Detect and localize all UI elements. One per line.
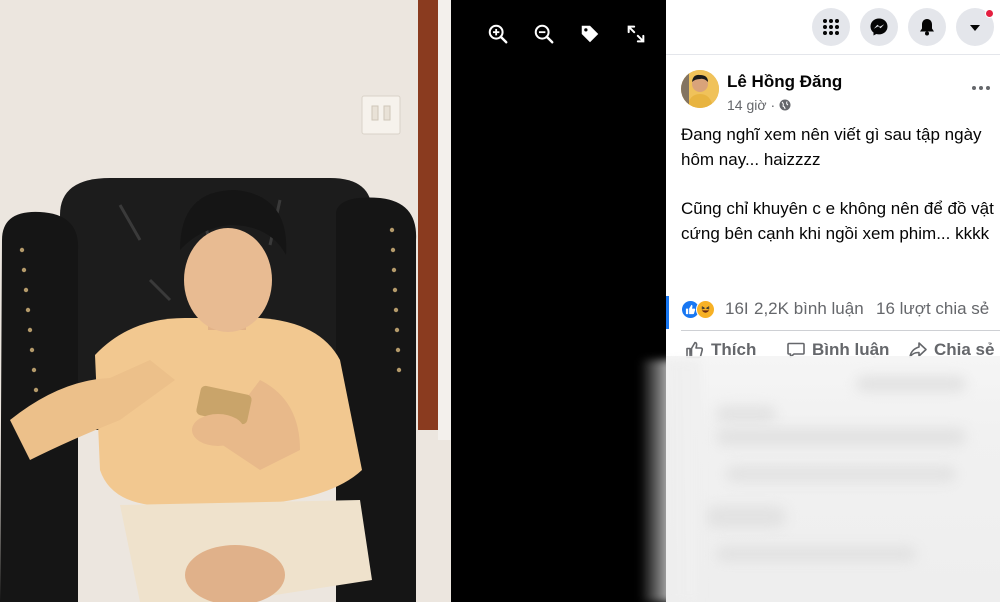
fullscreen-icon[interactable] [622, 20, 650, 48]
blurred-comments-area [666, 356, 1000, 602]
messenger-icon[interactable] [860, 8, 898, 46]
post-panel: Lê Hồng Đăng 14 giờ · Đang nghĩ xem nên … [666, 0, 1000, 602]
reactions-summary: 16I 2,2K bình luận 16 lượt chia sẻ [666, 296, 1000, 329]
meta-separator: · [770, 97, 776, 113]
notifications-bell-icon[interactable] [908, 8, 946, 46]
reaction-count[interactable]: 16I [725, 299, 749, 319]
avatar[interactable] [681, 70, 719, 108]
zoom-out-icon[interactable] [530, 20, 558, 48]
post-paragraph-2: Cũng chỉ khuyên c e không nên để đồ vật … [681, 199, 994, 243]
tag-icon[interactable] [576, 20, 604, 48]
more-options-icon[interactable] [966, 78, 996, 98]
post-meta: 14 giờ · [727, 97, 791, 113]
author-name[interactable]: Lê Hồng Đăng [727, 72, 842, 92]
top-navigation-bar [666, 0, 1000, 55]
post-header: Lê Hồng Đăng 14 giờ · [681, 68, 996, 118]
photo-illustration [0, 0, 451, 602]
haha-reaction-icon [696, 300, 715, 319]
blur-edge [640, 360, 700, 602]
menu-grid-icon[interactable] [812, 8, 850, 46]
account-caret-icon[interactable] [956, 8, 994, 46]
zoom-in-icon[interactable] [484, 20, 512, 48]
post-photo[interactable] [0, 0, 451, 602]
post-paragraph-1: Đang nghĩ xem nên viết gì sau tập ngày h… [681, 125, 982, 169]
post-time[interactable]: 14 giờ [727, 97, 767, 113]
photo-viewer [0, 0, 666, 602]
comment-count[interactable]: 2,2K bình luận [754, 299, 864, 319]
reaction-icons[interactable] [681, 300, 715, 319]
globe-icon [779, 99, 791, 111]
post-body: Đang nghĩ xem nên viết gì sau tập ngày h… [681, 122, 996, 270]
notification-dot [985, 9, 994, 18]
viewer-toolbar [484, 20, 650, 48]
share-count[interactable]: 16 lượt chia sẻ [876, 299, 989, 319]
focus-indicator [666, 296, 669, 329]
